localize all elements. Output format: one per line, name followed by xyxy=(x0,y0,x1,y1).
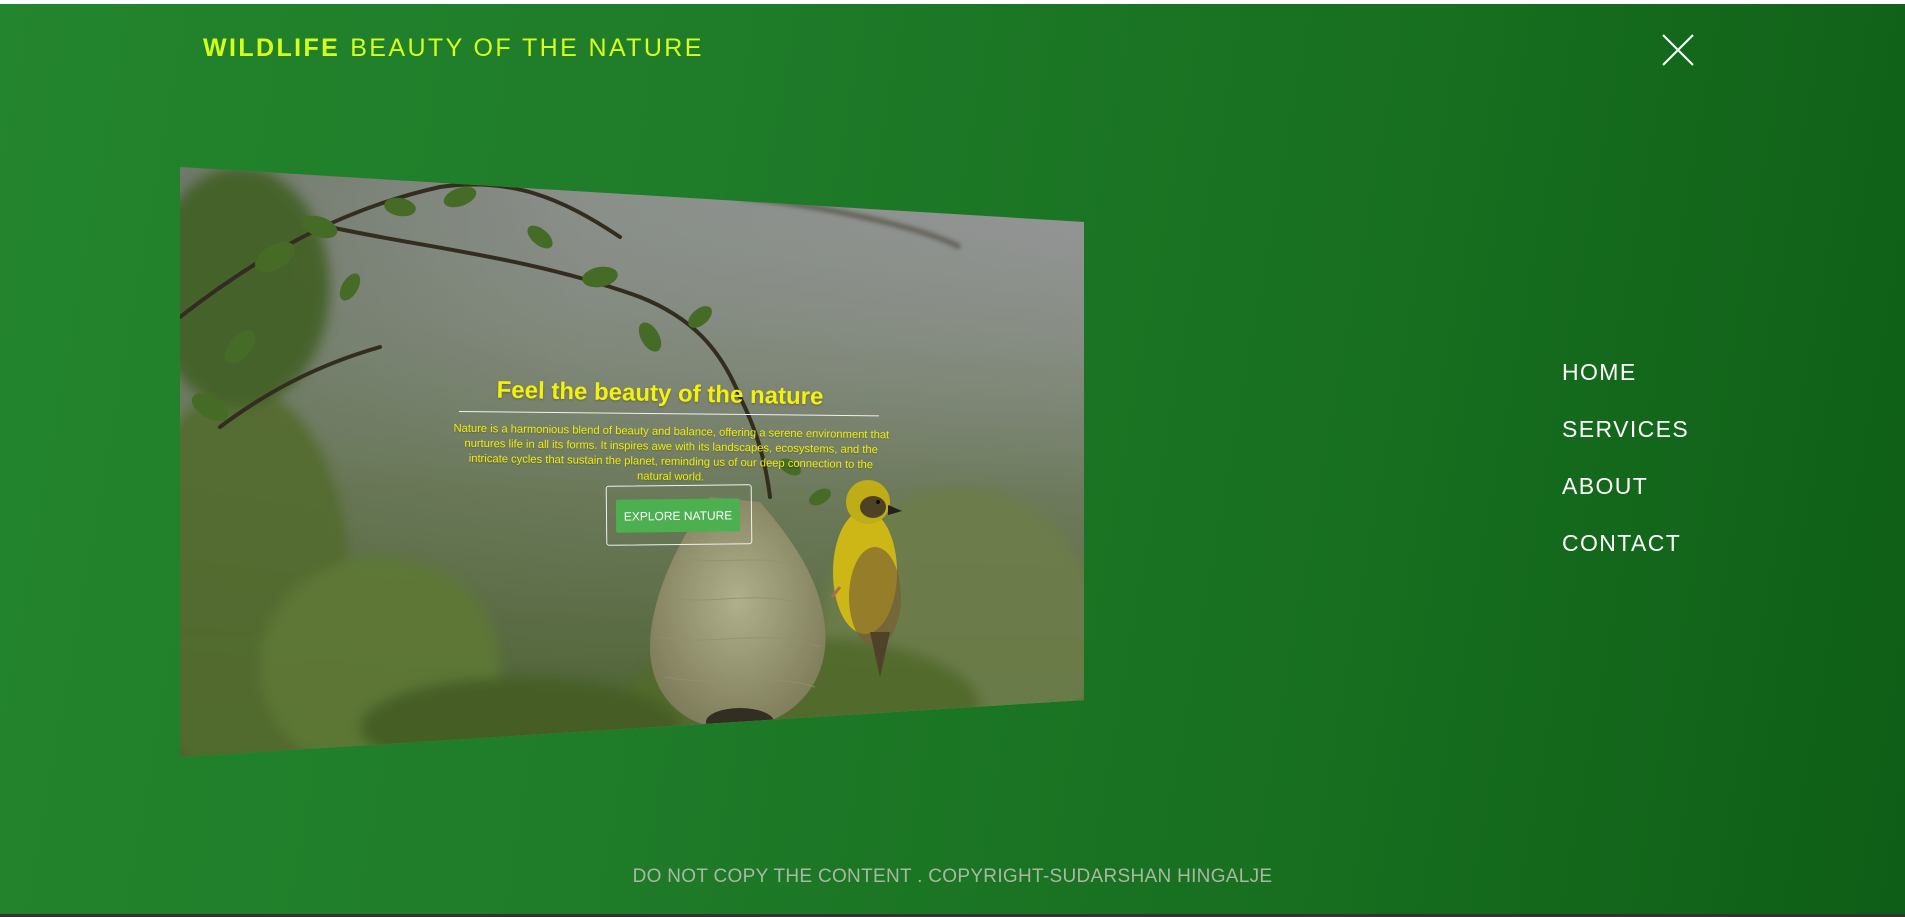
menu-link-services[interactable]: SERVICES xyxy=(1562,416,1689,442)
explore-nature-button[interactable]: EXPLORE NATURE xyxy=(615,498,741,533)
menu-link-home[interactable]: HOME xyxy=(1562,359,1637,385)
menu-link-contact[interactable]: CONTACT xyxy=(1562,530,1681,556)
menu-item-about: ABOUT xyxy=(1562,473,1689,530)
close-menu-button[interactable] xyxy=(1660,32,1696,68)
hero-title-divider xyxy=(458,411,879,417)
brand-strong-text: WILDLIFE xyxy=(203,34,341,62)
hero-title: Feel the beauty of the nature xyxy=(496,376,824,411)
page-background: WILDLIFE BEAUTY OF THE NATURE Feel the b… xyxy=(0,4,1905,914)
main-menu: HOME SERVICES ABOUT CONTACT xyxy=(1562,359,1689,587)
close-icon xyxy=(1662,34,1694,66)
hero-description: Nature is a harmonious blend of beauty a… xyxy=(453,422,890,484)
menu-item-services: SERVICES xyxy=(1562,416,1689,473)
menu-item-home: HOME xyxy=(1562,359,1689,416)
menu-link-about[interactable]: ABOUT xyxy=(1562,473,1648,499)
copyright-notice: DO NOT COPY THE CONTENT . COPYRIGHT-SUDA… xyxy=(632,866,1273,887)
hero-card: Feel the beauty of the nature Nature is … xyxy=(180,167,1084,757)
site-brand[interactable]: WILDLIFE BEAUTY OF THE NATURE xyxy=(203,34,704,63)
menu-item-contact: CONTACT xyxy=(1562,530,1689,587)
brand-rest-text: BEAUTY OF THE NATURE xyxy=(350,34,704,62)
hero-content: Feel the beauty of the nature Nature is … xyxy=(180,167,1084,757)
